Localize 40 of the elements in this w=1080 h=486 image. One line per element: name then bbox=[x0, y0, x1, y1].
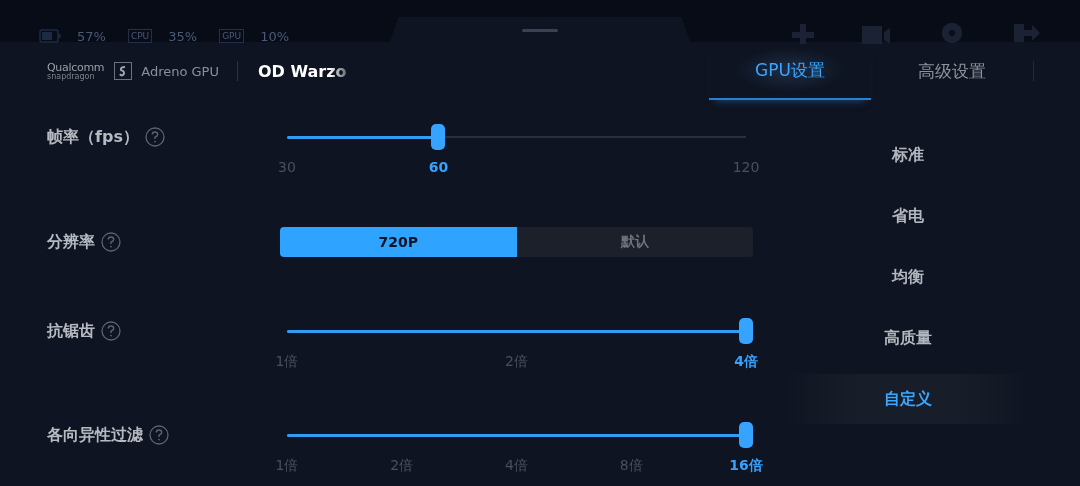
tick-label: 8倍 bbox=[619, 457, 643, 475]
slider-thumb[interactable] bbox=[431, 124, 446, 150]
brand-logo: Qualcomm bbox=[47, 61, 105, 73]
tick-label: 60 bbox=[428, 159, 449, 175]
setting-label: 抗锯齿 bbox=[47, 321, 95, 341]
tick-label: 4倍 bbox=[734, 353, 758, 371]
tick-label: 16倍 bbox=[729, 457, 763, 475]
resolution-option[interactable]: 720P bbox=[280, 227, 517, 257]
usage-value: 35% bbox=[168, 28, 198, 44]
usage-value: 57% bbox=[77, 28, 106, 44]
chip-label: CPU bbox=[127, 29, 153, 43]
slider-thumb[interactable] bbox=[739, 318, 753, 344]
setting-label: 各向异性过滤 bbox=[47, 425, 143, 445]
help-icon[interactable] bbox=[144, 127, 165, 147]
brand-subtitle: snapdragon bbox=[47, 72, 95, 81]
slider-thumb[interactable] bbox=[739, 422, 753, 448]
preset-item[interactable]: 高质量 bbox=[785, 313, 1030, 363]
battery-icon bbox=[39, 29, 61, 43]
chip-label: GPU bbox=[219, 29, 245, 43]
help-icon[interactable] bbox=[149, 425, 169, 445]
tab[interactable]: GPU设置 bbox=[709, 42, 871, 100]
tick-label: 30 bbox=[278, 159, 296, 175]
help-icon[interactable] bbox=[101, 232, 121, 252]
preset-item[interactable]: 标准 bbox=[785, 130, 1030, 180]
preset-item[interactable]: 省电 bbox=[785, 191, 1030, 241]
tick-label: 1倍 bbox=[275, 353, 299, 371]
tick-label: 2倍 bbox=[505, 353, 528, 371]
tab[interactable]: 高级设置 bbox=[871, 42, 1033, 100]
setting-label: 帧率（fps） bbox=[47, 127, 139, 147]
tick-label: 4倍 bbox=[505, 457, 528, 475]
gpu-name: Adreno GPU bbox=[141, 63, 219, 79]
help-icon[interactable] bbox=[101, 321, 121, 341]
usage-value: 10% bbox=[260, 28, 290, 44]
setting-label: 分辨率 bbox=[47, 232, 95, 252]
tick-label: 2倍 bbox=[390, 457, 414, 475]
tick-label: 1倍 bbox=[275, 457, 299, 475]
tick-label: 120 bbox=[732, 159, 760, 175]
game-title: OD Warzo bbox=[258, 61, 347, 81]
chip-icon bbox=[114, 62, 133, 80]
preset-item[interactable]: 均衡 bbox=[785, 252, 1030, 302]
